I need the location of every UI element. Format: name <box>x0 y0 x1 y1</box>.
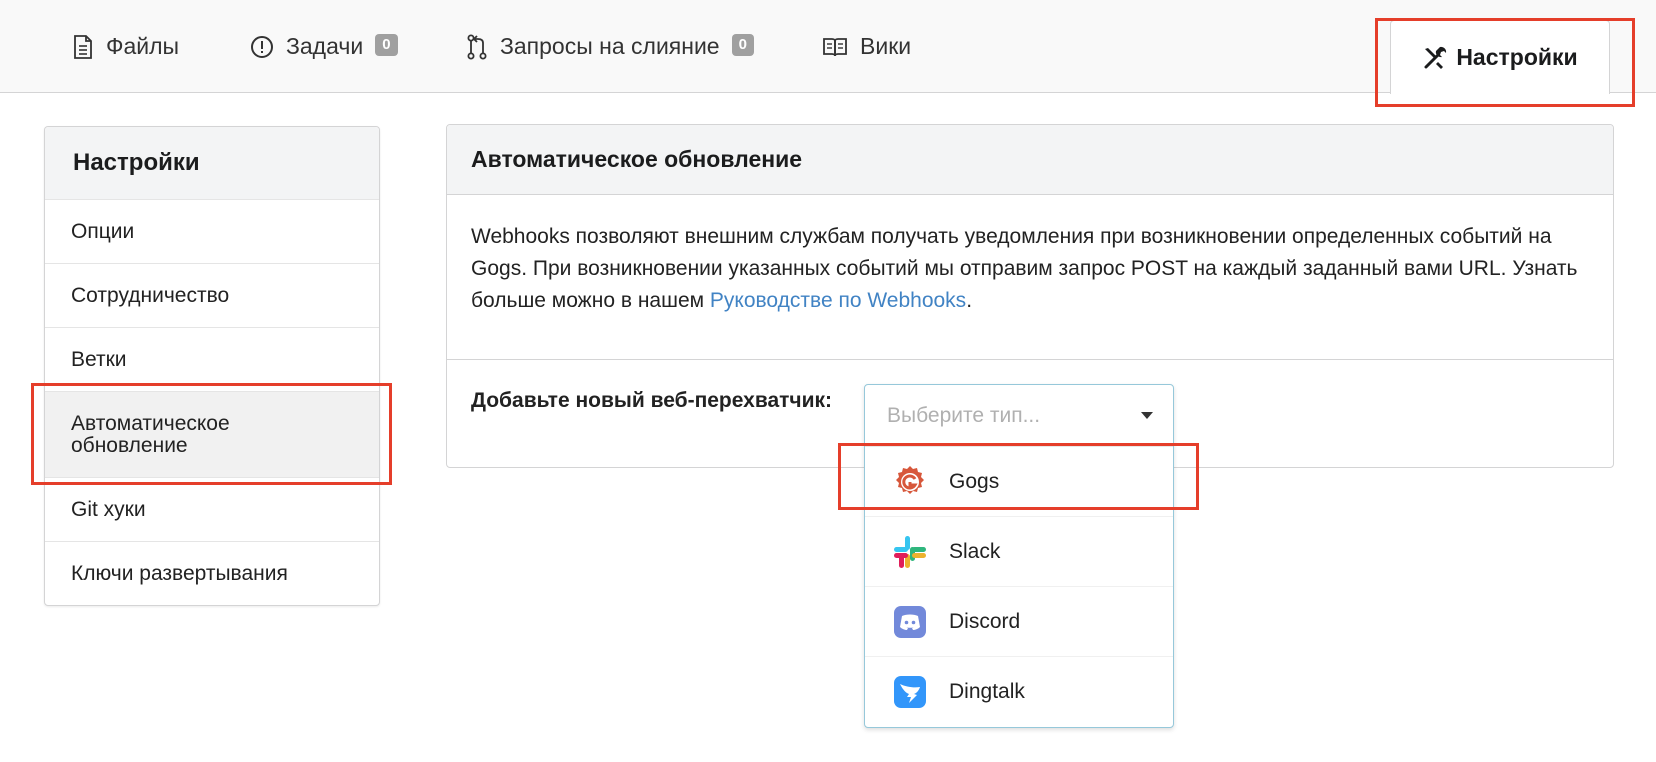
option-label: Slack <box>949 539 1001 563</box>
sidebar-item-label: Опции <box>71 219 135 243</box>
sidebar-item-git-hooks[interactable]: Git хуки <box>45 478 379 542</box>
sidebar-item-label: Git хуки <box>71 497 146 521</box>
file-text-icon <box>72 34 94 59</box>
settings-sidebar: Настройки Опции Сотрудничество Ветки Авт… <box>44 126 380 606</box>
option-discord[interactable]: Discord <box>865 587 1173 657</box>
option-label: Discord <box>949 609 1021 633</box>
tab-wiki-label: Вики <box>860 33 912 59</box>
dingtalk-logo-icon <box>891 673 929 711</box>
sidebar-item-label: Ветки <box>71 347 127 371</box>
webhooks-guide-link[interactable]: Руководстве по Webhooks <box>710 289 966 312</box>
sidebar-item-collaboration[interactable]: Сотрудничество <box>45 264 379 328</box>
webhook-type-dropdown[interactable]: Выберите тип... Gogs Slack Discord Dingt… <box>864 384 1174 728</box>
option-slack[interactable]: Slack <box>865 517 1173 587</box>
tab-settings-label: Настройки <box>1456 44 1578 70</box>
description-text: Webhooks позволяют внешним службам получ… <box>471 225 1578 312</box>
issues-count-badge: 0 <box>375 33 398 56</box>
tools-icon <box>1422 45 1448 71</box>
pull-request-icon <box>466 34 488 60</box>
add-webhook-label: Добавьте новый веб-перехватчик: <box>471 389 833 412</box>
tab-settings[interactable]: Настройки <box>1390 20 1610 94</box>
panel-title: Автоматическое обновление <box>447 125 1613 195</box>
option-label: Gogs <box>949 469 1000 493</box>
option-label: Dingtalk <box>949 680 1025 703</box>
sidebar-item-label: Сотрудничество <box>71 283 230 307</box>
webhook-type-select[interactable]: Выберите тип... <box>865 385 1173 447</box>
gogs-logo-icon <box>891 463 929 501</box>
issue-icon <box>250 35 274 59</box>
webhook-type-placeholder: Выберите тип... <box>887 403 1041 427</box>
discord-logo-icon <box>891 603 929 641</box>
tab-wiki[interactable]: Вики <box>822 0 911 93</box>
tab-pull-requests-label: Запросы на слияние <box>500 33 720 59</box>
sidebar-item-webhooks[interactable]: Автоматическое обновление <box>45 392 379 478</box>
sidebar-item-deploy-keys[interactable]: Ключи развертывания <box>45 542 379 606</box>
tab-files[interactable]: Файлы <box>72 0 179 93</box>
sidebar-item-label: Ключи развертывания <box>71 562 288 585</box>
sidebar-item-branches[interactable]: Ветки <box>45 328 379 392</box>
tab-files-label: Файлы <box>106 33 180 59</box>
description-end: . <box>966 289 973 312</box>
option-gogs[interactable]: Gogs <box>865 447 1173 517</box>
pull-requests-count-badge: 0 <box>731 33 754 56</box>
option-dingtalk[interactable]: Dingtalk <box>865 657 1173 727</box>
slack-logo-icon <box>891 533 929 571</box>
tab-issues-label: Задачи <box>286 33 364 59</box>
tab-pull-requests[interactable]: Запросы на слияние 0 <box>466 0 754 93</box>
tab-issues[interactable]: Задачи 0 <box>250 0 398 93</box>
webhooks-description: Webhooks позволяют внешним службам получ… <box>447 195 1613 360</box>
repo-tab-bar: Файлы Задачи 0 Запросы на слияние 0 Вики… <box>0 0 1656 94</box>
sidebar-item-label: Автоматическое обновление <box>71 411 230 457</box>
sidebar-title: Настройки <box>45 127 379 200</box>
caret-down-icon <box>1141 412 1153 419</box>
book-icon <box>822 36 848 58</box>
sidebar-item-options[interactable]: Опции <box>45 200 379 264</box>
